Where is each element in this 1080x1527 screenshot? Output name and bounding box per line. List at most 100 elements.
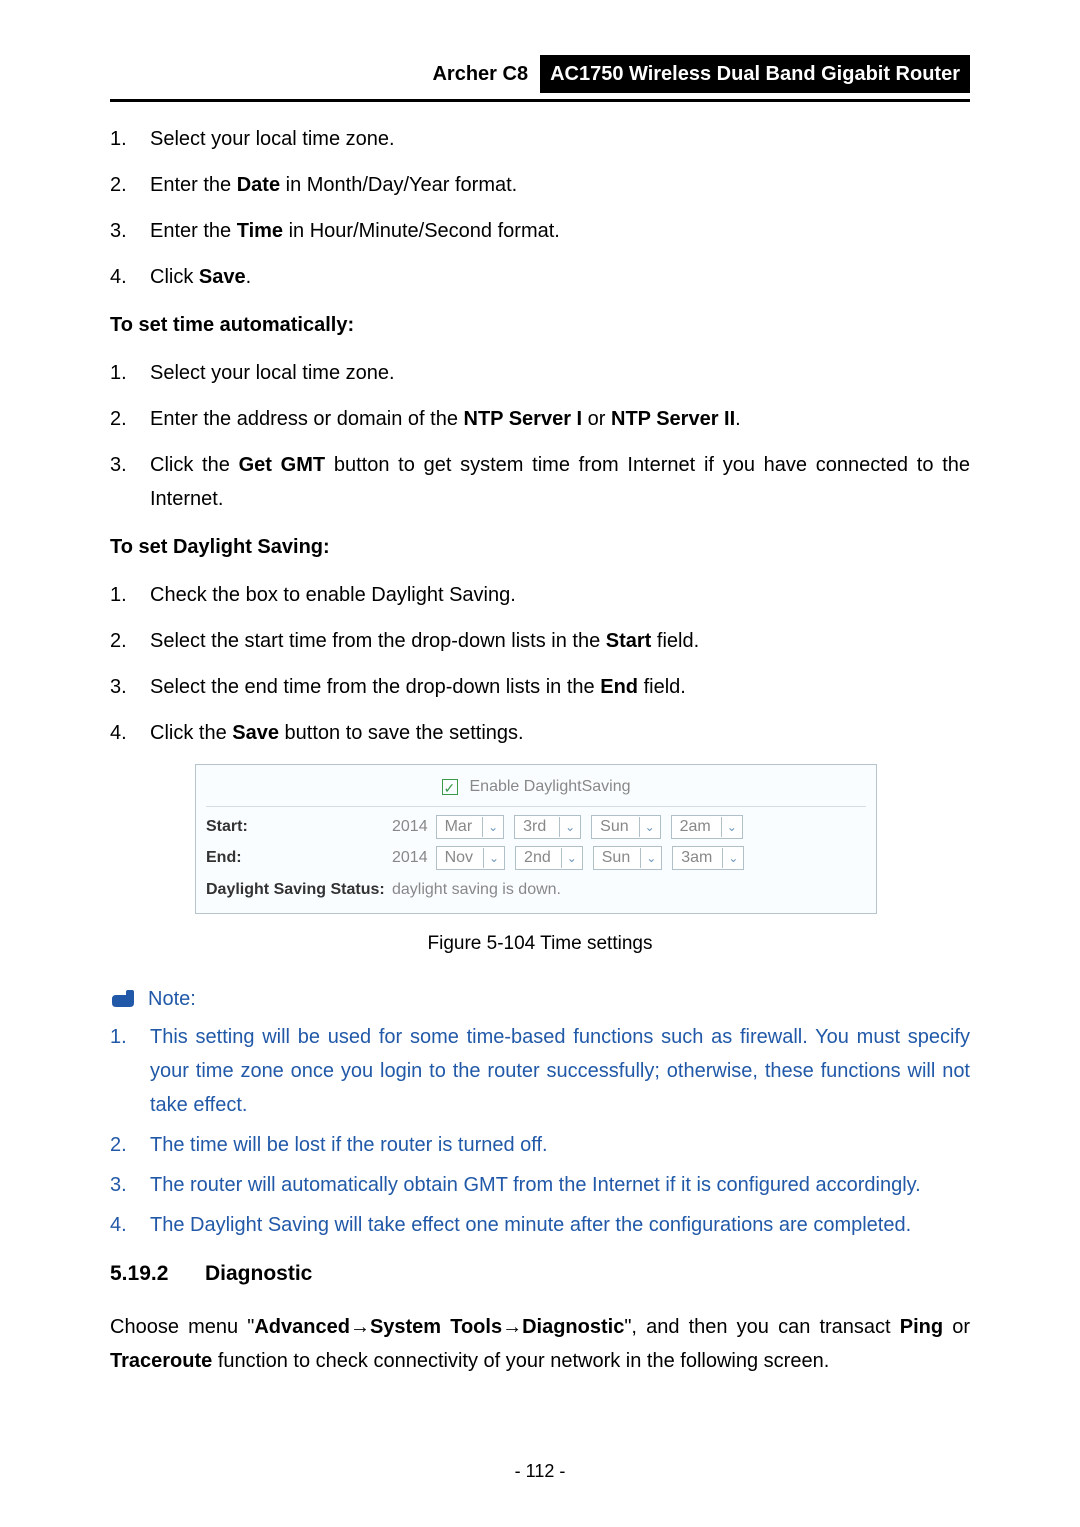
list-item: 3.The router will automatically obtain G… bbox=[110, 1168, 970, 1202]
para-bold: Traceroute bbox=[110, 1350, 212, 1372]
step-bold: Get GMT bbox=[239, 454, 326, 476]
section-number: 5.19.2 bbox=[110, 1256, 205, 1292]
list-item: 4. Click the Save button to save the set… bbox=[110, 716, 970, 750]
list-item: 1.Select your local time zone. bbox=[110, 122, 970, 156]
arrow-icon: → bbox=[350, 1316, 370, 1338]
step-text: or bbox=[582, 408, 611, 430]
step-text: Select the end time from the drop-down l… bbox=[150, 676, 600, 698]
chevron-down-icon: ⌄ bbox=[640, 848, 661, 868]
chevron-down-icon: ⌄ bbox=[721, 817, 742, 837]
step-bold: NTP Server I bbox=[464, 408, 583, 430]
step-text: Click the bbox=[150, 454, 239, 476]
step-text: Enter the bbox=[150, 220, 237, 242]
list-item: 1.This setting will be used for some tim… bbox=[110, 1020, 970, 1122]
list-item: 2. Enter the address or domain of the NT… bbox=[110, 402, 970, 436]
header-model: Archer C8 bbox=[432, 57, 528, 91]
diagnostic-paragraph: Choose menu "Advanced→System Tools→Diagn… bbox=[110, 1310, 970, 1378]
page: Archer C8 AC1750 Wireless Dual Band Giga… bbox=[0, 0, 1080, 1527]
step-bold: NTP Server II bbox=[611, 408, 735, 430]
note-text: The router will automatically obtain GMT… bbox=[150, 1174, 921, 1196]
step-text: Click the bbox=[150, 722, 232, 744]
list-item: 3. Select the end time from the drop-dow… bbox=[110, 670, 970, 704]
chevron-down-icon: ⌄ bbox=[482, 817, 503, 837]
header-title: AC1750 Wireless Dual Band Gigabit Router bbox=[540, 55, 970, 93]
start-week-select[interactable]: 3rd⌄ bbox=[514, 815, 581, 839]
step-text: . bbox=[735, 408, 741, 430]
chevron-down-icon: ⌄ bbox=[561, 848, 582, 868]
start-label: Start: bbox=[206, 813, 386, 840]
step-text: field. bbox=[651, 630, 699, 652]
start-month-select[interactable]: Mar⌄ bbox=[436, 815, 505, 839]
note-text: The Daylight Saving will take effect one… bbox=[150, 1214, 911, 1236]
list-item: 3. Click the Get GMT button to get syste… bbox=[110, 448, 970, 516]
note-text: The time will be lost if the router is t… bbox=[150, 1134, 548, 1156]
enable-daylight-label: Enable DaylightSaving bbox=[470, 773, 631, 800]
start-day-select[interactable]: Sun⌄ bbox=[591, 815, 660, 839]
chevron-down-icon: ⌄ bbox=[639, 817, 660, 837]
step-bold: Time bbox=[237, 220, 283, 242]
step-bold: Date bbox=[237, 174, 280, 196]
heading-auto: To set time automatically: bbox=[110, 308, 970, 342]
step-text: button to save the settings. bbox=[279, 722, 524, 744]
arrow-icon: → bbox=[502, 1316, 522, 1338]
daylight-saving-panel: Enable DaylightSaving Start: 2014 Mar⌄ 3… bbox=[195, 764, 877, 914]
end-day-select[interactable]: Sun⌄ bbox=[593, 846, 662, 870]
step-bold: Start bbox=[606, 630, 652, 652]
para-text: function to check connectivity of your n… bbox=[212, 1350, 829, 1372]
select-value: Mar bbox=[437, 813, 483, 840]
para-text: ", and then you can transact bbox=[624, 1316, 899, 1338]
end-week-select[interactable]: 2nd⌄ bbox=[515, 846, 583, 870]
note-list: 1.This setting will be used for some tim… bbox=[110, 1020, 970, 1242]
select-value: Sun bbox=[592, 813, 638, 840]
step-bold: Save bbox=[232, 722, 279, 744]
enable-row: Enable DaylightSaving bbox=[196, 771, 876, 802]
select-value: 2am bbox=[672, 813, 721, 840]
end-month-select[interactable]: Nov⌄ bbox=[436, 846, 505, 870]
list-item: 4. Click Save. bbox=[110, 260, 970, 294]
list-item: 2. Select the start time from the drop-d… bbox=[110, 624, 970, 658]
select-value: Nov bbox=[437, 844, 483, 871]
end-time-select[interactable]: 3am⌄ bbox=[672, 846, 744, 870]
end-row: End: 2014 Nov⌄ 2nd⌄ Sun⌄ 3am⌄ bbox=[196, 842, 876, 873]
para-text: Choose menu " bbox=[110, 1316, 254, 1338]
step-text: Select your local time zone. bbox=[150, 362, 395, 384]
note-label: Note: bbox=[148, 982, 196, 1016]
section-heading: 5.19.2Diagnostic bbox=[110, 1256, 970, 1292]
select-value: 3am bbox=[673, 844, 722, 871]
heading-ds: To set Daylight Saving: bbox=[110, 530, 970, 564]
step-bold: End bbox=[600, 676, 638, 698]
para-bold: Ping bbox=[900, 1316, 943, 1338]
pointing-hand-icon bbox=[110, 989, 138, 1009]
start-year: 2014 bbox=[392, 813, 428, 840]
list-item: 1.Check the box to enable Daylight Savin… bbox=[110, 578, 970, 612]
step-text: in Month/Day/Year format. bbox=[280, 174, 517, 196]
step-bold: Save bbox=[199, 266, 246, 288]
list-item: 2.The time will be lost if the router is… bbox=[110, 1128, 970, 1162]
chevron-down-icon: ⌄ bbox=[483, 848, 504, 868]
step-text: field. bbox=[638, 676, 686, 698]
section-title: Diagnostic bbox=[205, 1262, 312, 1285]
step-text: Enter the bbox=[150, 174, 237, 196]
note-list-wrap: 1.This setting will be used for some tim… bbox=[110, 1020, 970, 1242]
end-year: 2014 bbox=[392, 844, 428, 871]
end-label: End: bbox=[206, 844, 386, 871]
panel-divider bbox=[206, 806, 866, 807]
enable-daylight-checkbox[interactable] bbox=[442, 779, 458, 795]
step-text: Select your local time zone. bbox=[150, 128, 395, 150]
list-item: 4.The Daylight Saving will take effect o… bbox=[110, 1208, 970, 1242]
step-text: Check the box to enable Daylight Saving. bbox=[150, 584, 516, 606]
note-text: This setting will be used for some time-… bbox=[150, 1026, 970, 1116]
step-text: Enter the address or domain of the bbox=[150, 408, 464, 430]
para-bold: Advanced bbox=[254, 1316, 350, 1338]
page-header: Archer C8 AC1750 Wireless Dual Band Giga… bbox=[110, 55, 970, 93]
status-value: daylight saving is down. bbox=[392, 876, 561, 903]
step-text: Click bbox=[150, 266, 199, 288]
figure-caption: Figure 5-104 Time settings bbox=[110, 928, 970, 960]
list-item: 1.Select your local time zone. bbox=[110, 356, 970, 390]
note-heading: Note: bbox=[110, 982, 970, 1016]
select-value: 3rd bbox=[515, 813, 559, 840]
list-item: 2. Enter the Date in Month/Day/Year form… bbox=[110, 168, 970, 202]
step-text: in Hour/Minute/Second format. bbox=[283, 220, 560, 242]
para-bold: System Tools bbox=[370, 1316, 502, 1338]
start-time-select[interactable]: 2am⌄ bbox=[671, 815, 743, 839]
